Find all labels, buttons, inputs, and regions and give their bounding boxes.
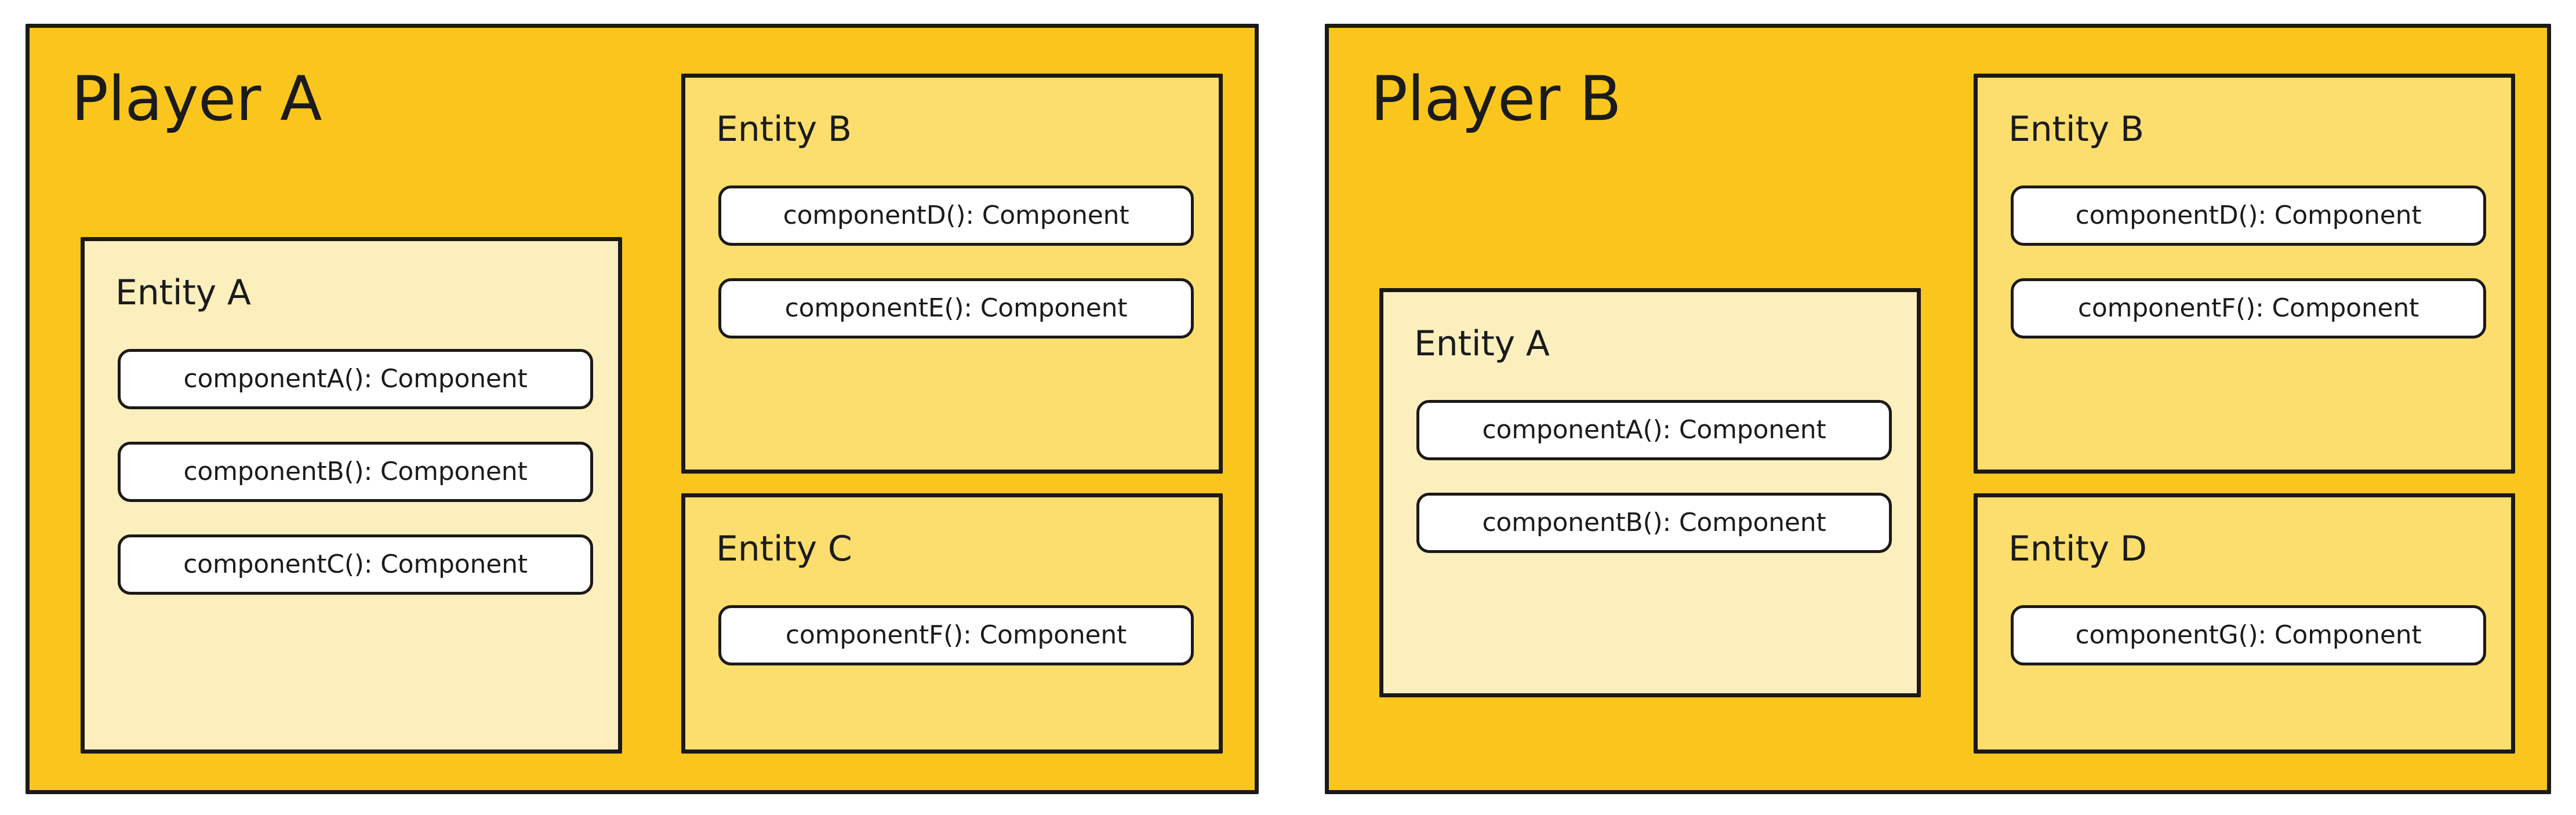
player-a-entity-b-title: Entity B [716,109,852,150]
player-b-title: Player B [1371,63,1622,134]
component-pill[interactable]: componentB(): Component [118,442,593,502]
component-pill[interactable]: componentE(): Component [718,278,1194,339]
component-pill[interactable]: componentD(): Component [718,185,1194,246]
player-a-entity-a-title: Entity A [115,272,251,313]
player-b-container[interactable]: Player B Entity A componentA(): Componen… [1325,24,2551,794]
player-b-entity-a-container[interactable]: Entity A componentA(): Component compone… [1379,288,1921,697]
player-b-entity-d-container[interactable]: Entity D componentG(): Component [1974,493,2515,754]
component-label: componentC(): Component [183,550,528,579]
component-label: componentA(): Component [1482,415,1826,445]
component-label: componentF(): Component [2077,293,2419,323]
component-pill[interactable]: componentA(): Component [118,349,593,409]
player-a-container[interactable]: Player A Entity A componentA(): Componen… [26,24,1259,794]
player-b-entity-b-title: Entity B [2008,109,2144,150]
component-pill[interactable]: componentF(): Component [718,605,1194,665]
diagram-canvas: Player A Entity A componentA(): Componen… [0,0,2576,815]
component-label: componentA(): Component [183,364,528,394]
component-pill[interactable]: componentF(): Component [2011,278,2486,339]
component-label: componentE(): Component [784,293,1128,323]
component-label: componentD(): Component [783,201,1129,230]
player-a-entity-c-title: Entity C [716,529,852,569]
player-b-entity-d-title: Entity D [2008,529,2147,569]
component-pill[interactable]: componentA(): Component [1416,400,1892,460]
component-label: componentG(): Component [2075,620,2422,650]
component-label: componentB(): Component [1482,508,1826,537]
player-a-entity-a-container[interactable]: Entity A componentA(): Component compone… [81,237,622,754]
player-a-entity-c-container[interactable]: Entity C componentF(): Component [681,493,1223,754]
component-label: componentB(): Component [183,457,528,486]
player-b-entity-b-container[interactable]: Entity B componentD(): Component compone… [1974,74,2515,474]
component-label: componentD(): Component [2075,201,2422,230]
component-pill[interactable]: componentD(): Component [2011,185,2486,246]
component-label: componentF(): Component [785,620,1127,650]
player-a-entity-b-container[interactable]: Entity B componentD(): Component compone… [681,74,1223,474]
component-pill[interactable]: componentG(): Component [2011,605,2486,665]
component-pill[interactable]: componentC(): Component [118,534,593,595]
component-pill[interactable]: componentB(): Component [1416,493,1892,553]
player-b-entity-a-title: Entity A [1414,323,1550,364]
player-a-title: Player A [71,63,322,134]
